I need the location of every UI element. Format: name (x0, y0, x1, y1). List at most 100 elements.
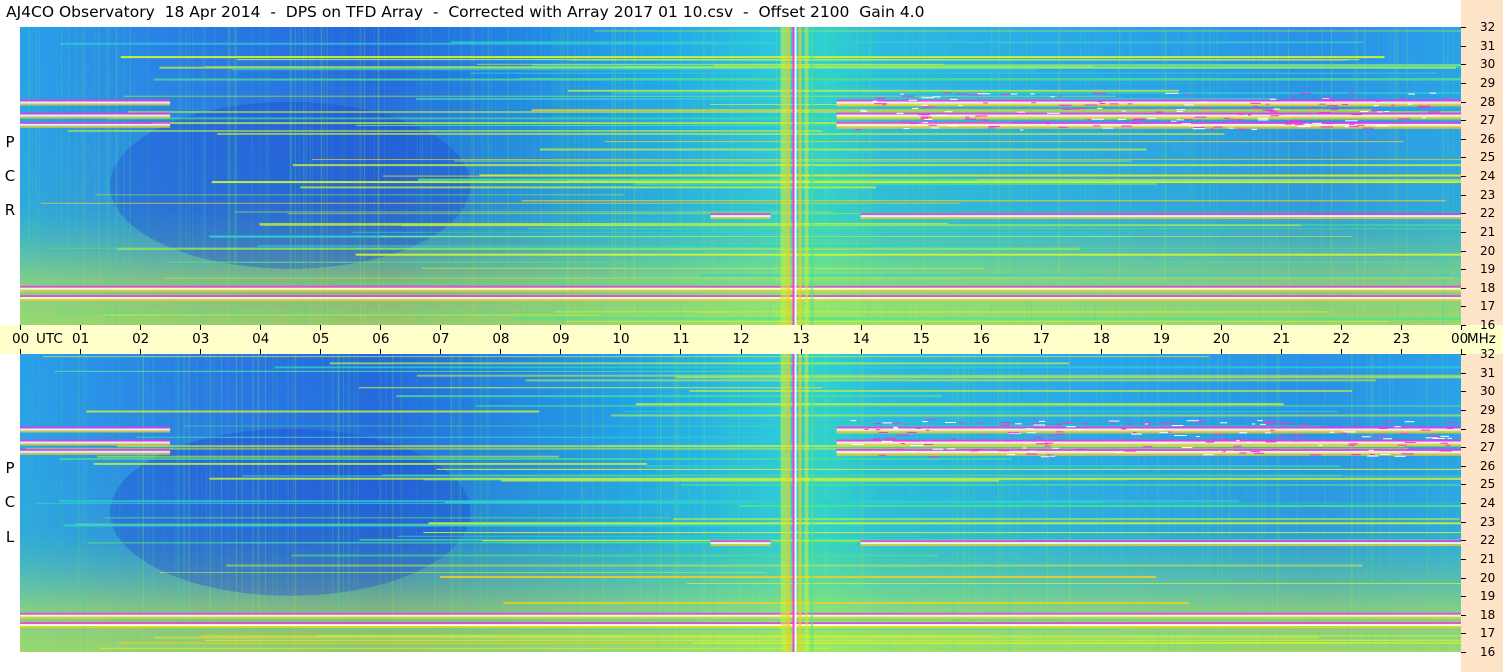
emission-speckle (916, 428, 921, 430)
texture-line (298, 27, 300, 325)
emission-speckle (1237, 128, 1246, 130)
interference-line (68, 129, 823, 132)
emission-speckle (917, 114, 930, 116)
emission-speckle (979, 119, 987, 121)
interference-line (513, 317, 1461, 320)
time-tick-label: 18 (1092, 331, 1110, 347)
frequency-tick-label: 30 (1480, 384, 1496, 399)
time-tick-mark (500, 349, 502, 354)
emission-speckle (922, 421, 928, 423)
frequency-tick-label: 22 (1480, 206, 1496, 221)
strong-interference-band (20, 289, 1461, 292)
strong-interference-band (710, 213, 771, 216)
interference-line (329, 362, 1069, 365)
emission-speckle (1260, 423, 1266, 425)
emission-speckle (1143, 422, 1151, 424)
emission-speckle (1394, 426, 1401, 428)
panel-label-letter: P (5, 133, 15, 151)
emission-speckle (1289, 95, 1296, 97)
emission-speckle (872, 100, 878, 102)
emission-speckle (1351, 114, 1363, 116)
emission-speckle (1198, 99, 1204, 101)
emission-speckle (1308, 107, 1314, 109)
emission-speckle (1055, 433, 1065, 435)
emission-speckle (1269, 98, 1276, 100)
emission-speckle (947, 448, 956, 450)
interference-line (291, 554, 939, 557)
emission-speckle (1305, 123, 1310, 125)
frequency-tick-label: 18 (1480, 607, 1496, 622)
emission-speckle (1228, 127, 1234, 129)
interference-line (476, 63, 945, 65)
broadband-event (794, 27, 797, 325)
time-tick-label: 21 (1272, 331, 1291, 347)
emission-speckle (897, 435, 909, 437)
time-tick-label: 12 (732, 331, 750, 347)
emission-speckle (1391, 104, 1395, 106)
emission-speckle (925, 419, 936, 421)
emission-speckle (1000, 425, 1010, 427)
emission-speckle (1347, 444, 1356, 446)
texture-line (235, 27, 237, 325)
emission-speckle (1036, 443, 1049, 445)
emission-speckle (1193, 127, 1205, 129)
frequency-tick-mark (1461, 213, 1466, 215)
emission-speckle (909, 440, 918, 442)
emission-speckle (1309, 454, 1322, 456)
broadband-event (804, 354, 809, 652)
emission-speckle (896, 112, 904, 114)
time-tick-mark (740, 325, 742, 330)
interference-line (594, 30, 1461, 32)
interference-line (54, 370, 804, 372)
emission-speckle (926, 429, 930, 431)
texture-line (358, 27, 360, 325)
panel-label-letter: C (4, 493, 16, 511)
emission-speckle (1055, 431, 1064, 433)
emission-speckle (1294, 440, 1299, 442)
emission-speckle (855, 129, 861, 131)
texture-line (295, 27, 297, 325)
texture-line (360, 27, 362, 325)
emission-speckle (878, 454, 887, 456)
texture-line (323, 27, 325, 325)
emission-speckle (1195, 421, 1206, 423)
emission-speckle (1097, 101, 1103, 103)
emission-speckle (1059, 104, 1072, 106)
panel-label-letter: R (4, 201, 16, 219)
emission-speckle (891, 422, 902, 424)
time-tick-mark (1400, 349, 1402, 354)
time-tick-label: 08 (492, 331, 510, 347)
interference-line (397, 535, 923, 537)
interference-line (99, 647, 830, 649)
emission-speckle (1446, 421, 1458, 423)
emission-speckle (977, 422, 984, 424)
time-tick-label: 11 (672, 331, 690, 347)
interference-line (540, 148, 1147, 151)
strong-interference-band (710, 215, 771, 218)
strong-interference-band (20, 626, 1461, 629)
emission-speckle (987, 127, 995, 129)
emission-speckle (928, 124, 937, 126)
time-tick-mark (800, 325, 802, 330)
time-tick-mark (500, 325, 502, 330)
texture-line (236, 27, 238, 325)
texture-line (227, 27, 229, 325)
time-tick-mark (320, 325, 322, 330)
emission-speckle (886, 439, 893, 441)
emission-speckle (1091, 118, 1105, 120)
texture-line (81, 27, 83, 325)
emission-speckle (1371, 110, 1381, 112)
time-tick-label: 19 (1152, 331, 1170, 347)
emission-speckle (1017, 112, 1029, 114)
interference-line (183, 425, 1322, 427)
emission-speckle (1009, 435, 1013, 437)
broadband-event (792, 27, 795, 325)
emission-speckle (1025, 428, 1034, 430)
interference-line (234, 211, 833, 213)
emission-speckle (1050, 455, 1056, 457)
emission-speckle (1302, 424, 1309, 426)
texture-line (106, 27, 108, 325)
interference-line (739, 504, 1461, 507)
interference-line (569, 59, 1348, 61)
emission-speckle (1318, 111, 1331, 113)
